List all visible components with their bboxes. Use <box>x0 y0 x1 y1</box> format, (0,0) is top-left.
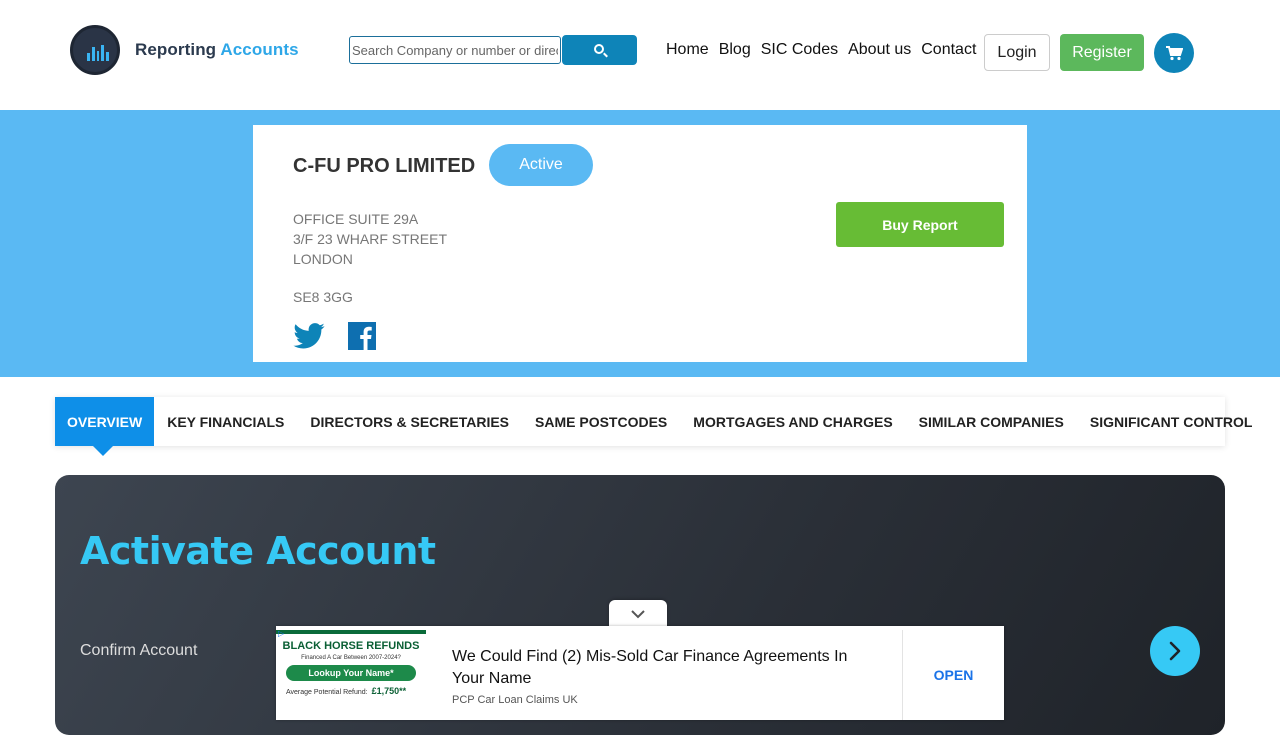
site-header: Reporting Accounts Home Blog SIC Codes A… <box>0 0 1280 110</box>
tab-same-postcodes[interactable]: SAME POSTCODES <box>522 397 680 446</box>
company-hero: C-FU PRO LIMITED Active OFFICE SUITE 29A… <box>0 110 1280 377</box>
tab-directors-secretaries[interactable]: DIRECTORS & SECRETARIES <box>297 397 522 446</box>
company-name: C-FU PRO LIMITED <box>293 155 476 177</box>
cart-button[interactable] <box>1154 33 1194 73</box>
logo-chart-icon <box>70 25 120 75</box>
search-button[interactable] <box>562 35 637 65</box>
ad-banner[interactable]: BLACK HORSE REFUNDS Financed A Car Betwe… <box>276 626 1004 720</box>
nav-about-us[interactable]: About us <box>848 41 911 59</box>
tab-overview[interactable]: OVERVIEW <box>55 397 155 456</box>
status-badge: Active <box>489 144 593 186</box>
ad-refund-value: £1,750** <box>371 686 407 696</box>
ad-image[interactable]: BLACK HORSE REFUNDS Financed A Car Betwe… <box>276 630 426 720</box>
cart-icon <box>1166 46 1183 61</box>
chevron-down-icon <box>631 609 645 618</box>
search-input[interactable] <box>349 36 561 64</box>
register-button[interactable]: Register <box>1060 34 1144 71</box>
logo-text-accent: Accounts <box>220 40 299 59</box>
search-icon <box>594 44 604 54</box>
company-card: C-FU PRO LIMITED Active OFFICE SUITE 29A… <box>253 125 1027 362</box>
chevron-right-icon <box>1169 641 1181 661</box>
ad-headline[interactable]: We Could Find (2) Mis-Sold Car Finance A… <box>452 646 872 690</box>
login-button[interactable]: Login <box>984 34 1050 71</box>
ad-image-button: Lookup Your Name* <box>286 665 416 681</box>
tab-similar-companies[interactable]: SIMILAR COMPANIES <box>906 397 1077 446</box>
next-step-button[interactable] <box>1150 626 1200 676</box>
main-nav: Home Blog SIC Codes About us Contact <box>666 41 976 59</box>
ad-image-title: BLACK HORSE REFUNDS <box>282 640 420 652</box>
nav-contact[interactable]: Contact <box>921 41 976 59</box>
ad-refund-label: Average Potential Refund: <box>286 689 368 696</box>
activate-title: Activate Account <box>80 529 436 573</box>
confirm-account-label: Confirm Account <box>80 642 198 659</box>
site-logo[interactable]: Reporting Accounts <box>70 25 299 75</box>
nav-blog[interactable]: Blog <box>719 41 751 59</box>
ad-source: PCP Car Loan Claims UK <box>452 694 578 706</box>
ad-info-icon[interactable]: ▷ <box>278 629 288 639</box>
tab-mortgages-charges[interactable]: MORTGAGES AND CHARGES <box>680 397 905 446</box>
address-line-1: OFFICE SUITE 29A <box>293 211 419 227</box>
address-line-3: LONDON <box>293 251 353 267</box>
address-line-2: 3/F 23 WHARF STREET <box>293 231 448 247</box>
buy-report-button[interactable]: Buy Report <box>836 202 1004 247</box>
company-address: OFFICE SUITE 29A 3/F 23 WHARF STREET LON… <box>293 209 447 269</box>
ad-image-subtitle: Financed A Car Between 2007-2024? <box>301 655 401 661</box>
nav-sic-codes[interactable]: SIC Codes <box>761 41 838 59</box>
facebook-icon[interactable] <box>347 321 377 351</box>
nav-home[interactable]: Home <box>666 41 709 59</box>
tab-key-financials[interactable]: KEY FINANCIALS <box>154 397 297 446</box>
company-tabs: OVERVIEW KEY FINANCIALS DIRECTORS & SECR… <box>55 397 1252 456</box>
tab-significant-control[interactable]: SIGNIFICANT CONTROL <box>1077 397 1266 446</box>
logo-text: Reporting Accounts <box>135 40 299 60</box>
social-share <box>293 321 377 351</box>
company-postcode: SE8 3GG <box>293 289 353 305</box>
logo-text-main: Reporting <box>135 40 217 59</box>
search-bar <box>349 35 637 65</box>
ad-image-refund: Average Potential Refund: £1,750** <box>286 686 426 696</box>
ad-collapse-toggle[interactable] <box>609 600 667 627</box>
ad-open-button[interactable]: OPEN <box>903 630 1004 720</box>
twitter-icon[interactable] <box>293 323 325 349</box>
